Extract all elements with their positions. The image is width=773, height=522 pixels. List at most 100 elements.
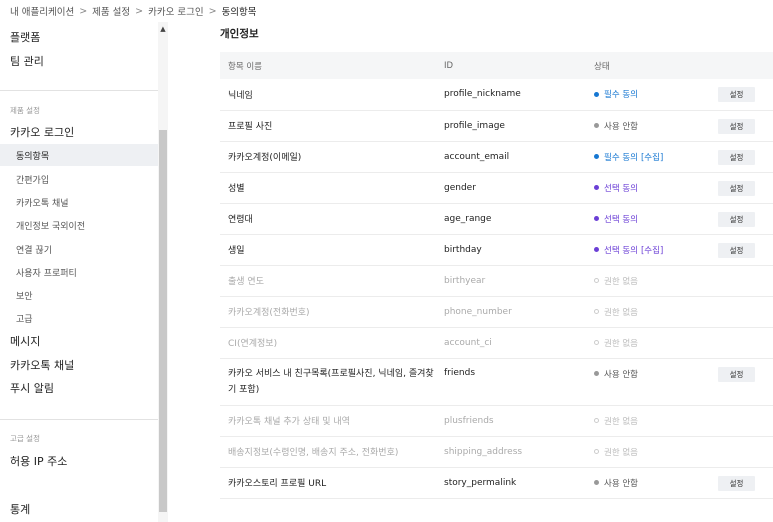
status-dot-icon: [594, 247, 599, 252]
item-id: shipping_address: [436, 436, 586, 468]
sidebar-item[interactable]: 카카오 로그인: [0, 121, 158, 143]
sidebar-item[interactable]: 사용자 프로퍼티: [0, 261, 158, 283]
status-badge: 사용 안함: [594, 477, 638, 489]
settings-button[interactable]: 설정: [718, 149, 755, 165]
item-id: profile_image: [436, 110, 586, 142]
sidebar-item[interactable]: 고급: [0, 307, 158, 329]
table-row: 카카오스토리 프로필 URL story_permalink 사용 안함 설정: [220, 467, 773, 499]
table-row: 생일 birthday 선택 동의 [수집] 설정: [220, 234, 773, 266]
sidebar-item[interactable]: 간편가입: [0, 168, 158, 190]
sidebar-section-label: 제품 설정: [10, 105, 40, 115]
status-tag: [수집]: [640, 245, 664, 256]
item-name: CI(연계정보): [220, 327, 436, 359]
sidebar-item[interactable]: 메시지: [0, 330, 158, 352]
status-label: 권한 없음: [604, 447, 638, 458]
sidebar-item[interactable]: 연결 끊기: [0, 238, 158, 260]
breadcrumb-item[interactable]: 내 애플리케이션: [10, 4, 74, 18]
item-name: 카카오계정(이메일): [220, 141, 436, 173]
column-header-id: ID: [444, 60, 454, 71]
table-row: 카카오계정(이메일) account_email 필수 동의 [수집] 설정: [220, 141, 773, 173]
table-row: 연령대 age_range 선택 동의 설정: [220, 203, 773, 235]
item-status-cell: 사용 안함 설정: [586, 110, 773, 142]
status-dot-icon: [594, 278, 599, 283]
item-status-cell: 사용 안함 설정: [586, 358, 773, 406]
sidebar-divider: [0, 90, 158, 91]
item-id: gender: [436, 172, 586, 204]
sidebar-item[interactable]: 개인정보 국외이전: [0, 214, 158, 236]
sidebar-item[interactable]: 허용 IP 주소: [0, 450, 158, 472]
settings-button[interactable]: 설정: [718, 211, 755, 227]
settings-button[interactable]: 설정: [718, 118, 755, 134]
sidebar-item[interactable]: 팀 관리: [0, 50, 158, 72]
status-tag: [수집]: [640, 152, 664, 163]
status-dot-icon: [594, 480, 599, 485]
sidebar-item[interactable]: 통계: [0, 498, 158, 520]
status-label: 사용 안함: [604, 369, 638, 380]
item-id: story_permalink: [436, 467, 586, 499]
sidebar-item[interactable]: 카카오톡 채널: [0, 354, 158, 376]
table-header: 항목 이름 ID 상태: [220, 52, 773, 79]
column-header-name: 항목 이름: [228, 61, 262, 72]
item-status-cell: 필수 동의 설정: [586, 79, 773, 111]
sidebar: 플랫폼 팀 관리 제품 설정 카카오 로그인 동의항목 간편가입 카카오톡 채널 개인정보 국…: [0, 22, 170, 522]
settings-button[interactable]: 설정: [718, 242, 755, 258]
item-id: birthday: [436, 234, 586, 266]
item-id: account_email: [436, 141, 586, 173]
status-dot-icon: [594, 216, 599, 221]
settings-button[interactable]: 설정: [718, 87, 755, 102]
status-label: 필수 동의: [604, 90, 638, 101]
item-name: 카카오톡 채널 추가 상태 및 내역: [220, 405, 436, 437]
sidebar-item[interactable]: 동의항목: [0, 144, 158, 166]
item-id: phone_number: [436, 296, 586, 328]
status-badge: 선택 동의 [수집]: [594, 244, 663, 256]
status-badge: 필수 동의: [594, 88, 638, 100]
status-dot-icon: [594, 154, 599, 159]
status-label: 권한 없음: [604, 307, 638, 318]
item-status-cell: 필수 동의 [수집] 설정: [586, 141, 773, 173]
item-status-cell: 권한 없음: [586, 436, 773, 468]
status-label: 권한 없음: [604, 416, 638, 427]
item-id: plusfriends: [436, 405, 586, 437]
status-dot-icon: [594, 185, 599, 190]
sidebar-item[interactable]: 보안: [0, 284, 158, 306]
sidebar-divider: [0, 419, 158, 420]
settings-button[interactable]: 설정: [718, 475, 755, 491]
scroll-up-arrow-icon[interactable]: ▲: [158, 24, 168, 34]
consent-items-table: 항목 이름 ID 상태 닉네임 profile_nickname 필수 동의 설정 프로…: [220, 52, 773, 499]
status-badge: 권한 없음: [594, 446, 638, 458]
status-badge: 선택 동의: [594, 182, 638, 194]
table-row: CI(연계정보) account_ci 권한 없음: [220, 327, 773, 359]
sidebar-scroll-thumb[interactable]: [159, 130, 167, 512]
item-status-cell: 권한 없음: [586, 265, 773, 297]
status-dot-icon: [594, 309, 599, 314]
status-badge: 권한 없음: [594, 337, 638, 349]
status-dot-icon: [594, 91, 599, 97]
table-row: 카카오계정(전화번호) phone_number 권한 없음: [220, 296, 773, 328]
item-status-cell: 권한 없음: [586, 296, 773, 328]
item-name: 프로필 사진: [220, 110, 436, 142]
settings-button[interactable]: 설정: [718, 366, 755, 382]
breadcrumb-item[interactable]: 카카오 로그인: [148, 4, 203, 18]
table-row: 배송지정보(수령인명, 배송지 주소, 전화번호) shipping_addres…: [220, 436, 773, 468]
item-status-cell: 권한 없음: [586, 327, 773, 359]
table-row: 프로필 사진 profile_image 사용 안함 설정: [220, 110, 773, 142]
table-row: 닉네임 profile_nickname 필수 동의 설정: [220, 79, 773, 111]
breadcrumb-separator: >: [208, 5, 217, 17]
item-id: birthyear: [436, 265, 586, 297]
item-id: profile_nickname: [436, 79, 586, 111]
item-name: 연령대: [220, 203, 436, 235]
status-badge: 사용 안함: [594, 368, 638, 380]
sidebar-item[interactable]: 플랫폼: [0, 26, 158, 48]
status-label: 사용 안함: [604, 478, 638, 489]
status-badge: 사용 안함: [594, 120, 638, 132]
sidebar-item[interactable]: 카카오톡 채널: [0, 191, 158, 213]
item-name: 카카오스토리 프로필 URL: [220, 467, 436, 499]
status-badge: 권한 없음: [594, 275, 638, 287]
sidebar-item[interactable]: 푸시 알림: [0, 377, 158, 399]
status-dot-icon: [594, 371, 599, 376]
status-badge: 권한 없음: [594, 415, 638, 427]
status-label: 선택 동의: [604, 214, 638, 225]
settings-button[interactable]: 설정: [718, 180, 755, 196]
breadcrumb-item[interactable]: 제품 설정: [92, 4, 130, 18]
status-dot-icon: [594, 449, 599, 454]
